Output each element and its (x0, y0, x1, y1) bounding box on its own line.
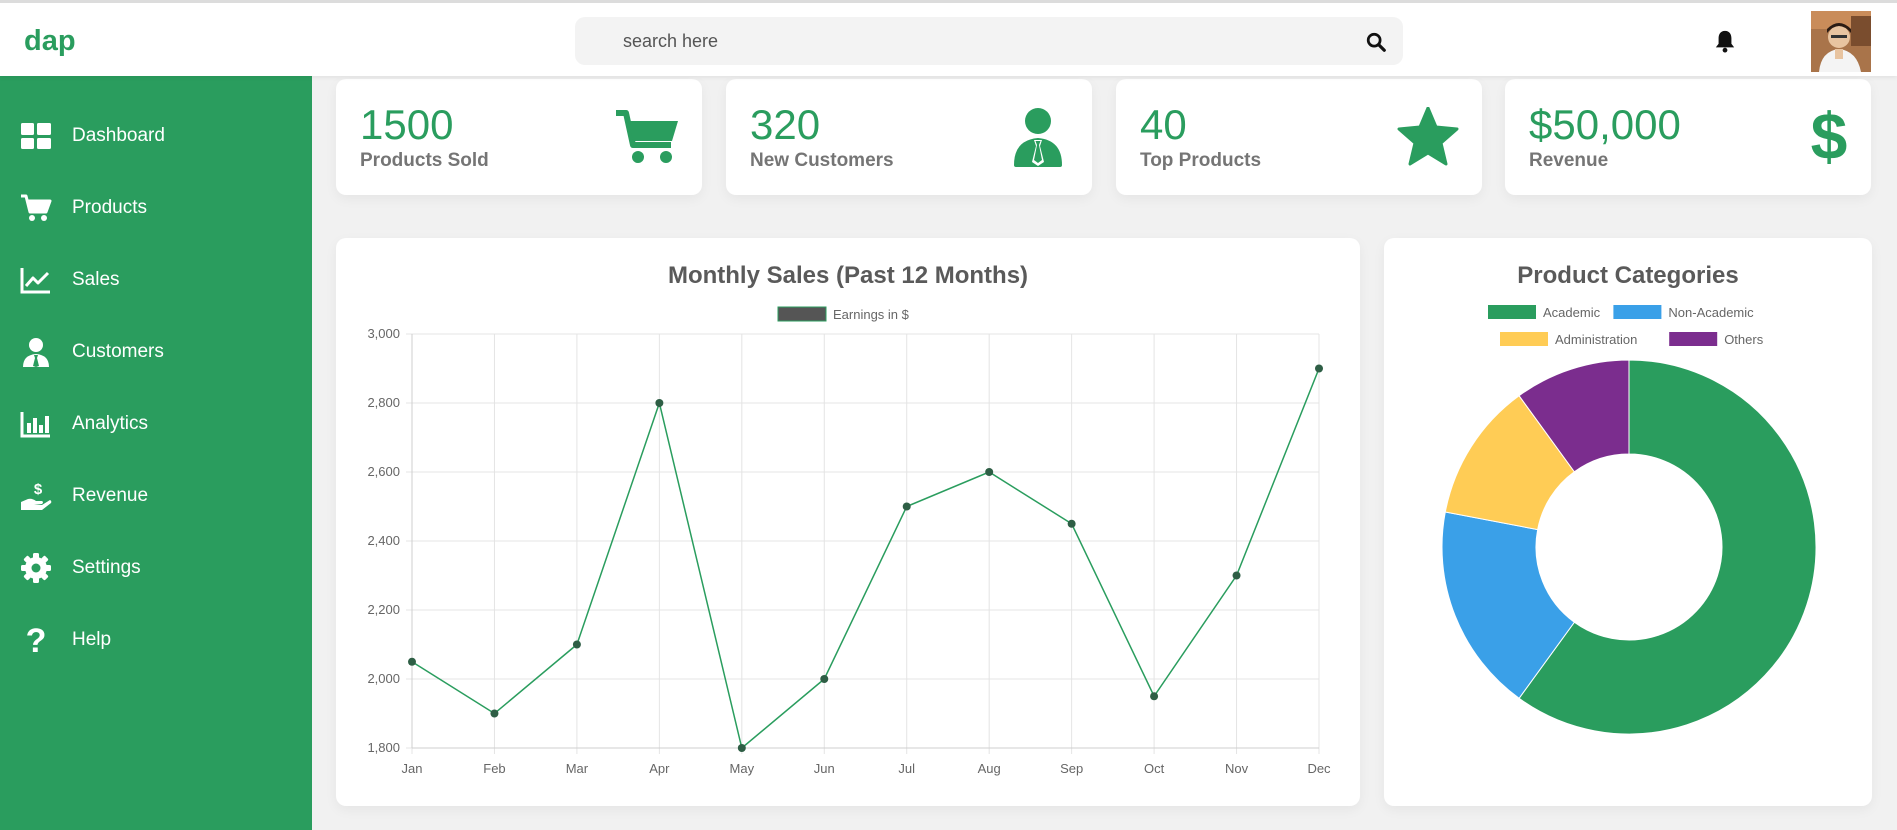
product-categories-panel: Product Categories Academic Non-Academic A… (1384, 238, 1872, 806)
x-tick-label: Apr (649, 761, 670, 776)
stat-label: Products Sold (360, 150, 489, 171)
sidebar-item-label: Customers (72, 341, 164, 362)
app-logo[interactable]: dap (24, 25, 76, 58)
legend-label: Earnings in $ (833, 307, 910, 322)
star-icon (1397, 107, 1459, 166)
legend-label: Academic (1543, 305, 1601, 320)
svg-text:?: ? (26, 624, 47, 656)
x-tick-label: Oct (1144, 761, 1165, 776)
stat-value: 1500 (360, 101, 454, 148)
bell-icon[interactable] (1714, 29, 1736, 53)
x-tick-label: Mar (566, 761, 589, 776)
y-tick-label: 2,000 (367, 671, 400, 686)
data-point (655, 399, 664, 407)
chart-bar-icon (20, 412, 50, 438)
legend-swatch (1500, 332, 1548, 346)
legend-swatch (1488, 305, 1536, 319)
sidebar-item-label: Analytics (72, 413, 149, 434)
data-point (985, 468, 994, 476)
user-tie-icon (23, 338, 49, 367)
legend-swatch (1613, 305, 1662, 319)
dollar-icon: $ (1811, 107, 1848, 167)
sidebar-item-label: Products (72, 197, 147, 218)
x-tick-label: Jul (898, 761, 915, 776)
stat-label: New Customers (750, 150, 894, 171)
search-bar (575, 17, 1403, 65)
data-point (1067, 519, 1076, 528)
x-tick-label: Nov (1225, 761, 1249, 776)
sidebar-item-help[interactable]: ? Help (0, 611, 312, 671)
x-tick-label: Jan (402, 761, 423, 776)
sidebar-item-label: Dashboard (72, 125, 165, 146)
stat-label: Top Products (1140, 150, 1262, 171)
sidebar-item-revenue[interactable]: $ Revenue (0, 467, 312, 527)
data-point (902, 502, 911, 511)
data-point (737, 744, 746, 752)
sidebar-item-settings[interactable]: Settings (0, 539, 312, 599)
legend-swatch (1669, 332, 1718, 346)
svg-text:$: $ (1811, 107, 1848, 167)
sidebar-item-label: Revenue (72, 485, 149, 506)
data-point (490, 709, 499, 718)
cart-icon (21, 194, 52, 221)
question-icon: ? (26, 624, 47, 656)
x-tick-label: Feb (483, 761, 505, 776)
y-tick-label: 2,400 (367, 533, 400, 548)
chart-line-icon (20, 268, 50, 294)
series-line (411, 368, 1320, 750)
sidebar-item-analytics[interactable]: Analytics (0, 395, 312, 455)
x-tick-label: Dec (1307, 761, 1331, 776)
top-bar: dap (0, 0, 1897, 76)
user-avatar[interactable] (1811, 11, 1871, 72)
legend-label: Administration (1555, 332, 1637, 347)
product-categories-chart: Academic Non-Academic Administration Others (1441, 305, 1817, 735)
legend-label: Others (1724, 332, 1764, 347)
legend-label: Non-Academic (1668, 305, 1754, 320)
stat-value: 320 (750, 101, 821, 148)
stat-card-revenue: $50,000 Revenue $ (1505, 79, 1871, 195)
y-tick-label: 3,000 (367, 326, 400, 341)
sidebar-item-customers[interactable]: Customers (0, 323, 312, 383)
monthly-sales-panel: Monthly Sales (Past 12 Months) Earnings … (336, 238, 1360, 806)
sidebar-item-products[interactable]: Products (0, 179, 312, 239)
sidebar-item-label: Help (72, 629, 112, 650)
search-input[interactable] (623, 17, 1323, 65)
data-point (1150, 692, 1159, 701)
sidebar-item-sales[interactable]: Sales (0, 251, 312, 311)
legend-swatch (777, 306, 827, 322)
stat-card-products-sold: 1500 Products Sold (336, 79, 702, 195)
data-point (408, 657, 416, 666)
data-point (1232, 571, 1241, 580)
gear-icon (21, 553, 51, 583)
sidebar: Dashboard Products Sales Customers Analy… (0, 76, 312, 830)
svg-text:$: $ (34, 481, 43, 498)
x-tick-label: Jun (814, 761, 835, 776)
sidebar-item-label: Sales (72, 269, 120, 290)
stat-value: 40 (1140, 101, 1187, 148)
y-tick-label: 2,800 (367, 395, 400, 410)
data-point (1315, 364, 1323, 373)
stat-value: $50,000 (1529, 101, 1681, 148)
stat-card-new-customers: 320 New Customers (726, 79, 1092, 195)
y-tick-label: 2,200 (367, 602, 400, 617)
x-tick-label: May (730, 761, 755, 776)
y-tick-label: 2,600 (367, 464, 400, 479)
stat-card-top-products: 40 Top Products (1116, 79, 1482, 195)
search-icon[interactable] (1365, 31, 1387, 53)
user-tie-icon (1014, 108, 1062, 167)
dashboard-icon (21, 123, 51, 149)
sidebar-item-label: Settings (72, 557, 141, 578)
y-tick-label: 1,800 (367, 740, 400, 755)
stat-label: Revenue (1529, 150, 1609, 171)
cart-icon (616, 110, 678, 163)
hand-dollar-icon: $ (21, 481, 52, 510)
x-tick-label: Sep (1060, 761, 1083, 776)
monthly-sales-chart: Earnings in $ 1,800 2,000 2,200 2,400 2,600 2,… (367, 306, 1331, 776)
x-tick-label: Aug (978, 761, 1001, 776)
sidebar-item-dashboard[interactable]: Dashboard (0, 107, 312, 167)
data-point (572, 640, 581, 649)
data-point (820, 675, 829, 683)
